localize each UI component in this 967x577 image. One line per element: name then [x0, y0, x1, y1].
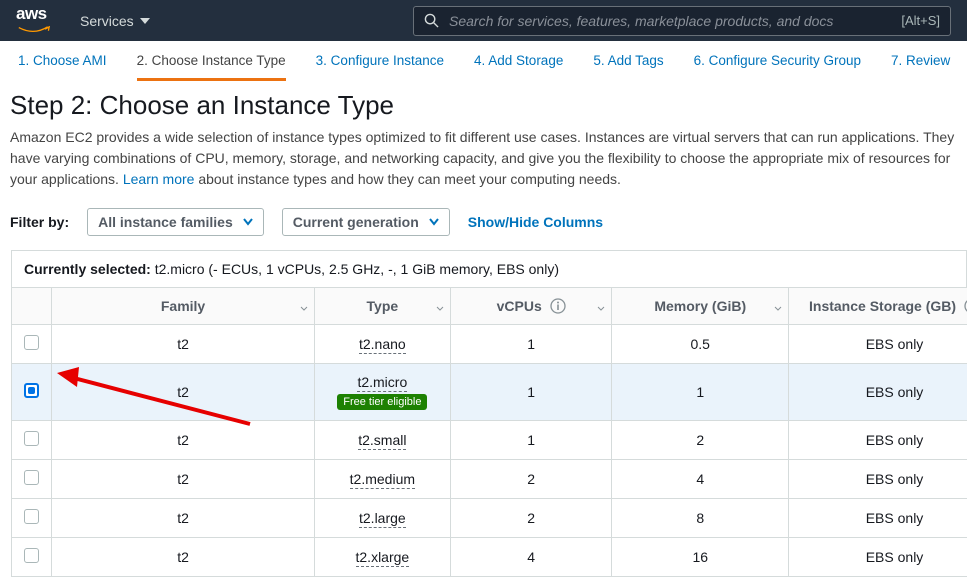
wizard-step-3[interactable]: 3. Configure Instance	[316, 53, 444, 81]
wizard-steps: 1. Choose AMI 2. Choose Instance Type 3. C…	[0, 41, 967, 82]
cell-storage: EBS only	[789, 460, 967, 499]
wizard-step-2[interactable]: 2. Choose Instance Type	[137, 53, 286, 81]
show-hide-columns-link[interactable]: Show/Hide Columns	[468, 214, 603, 230]
current-selection-bar: Currently selected: t2.micro (- ECUs, 1 …	[11, 250, 967, 287]
wizard-step-1[interactable]: 1. Choose AMI	[18, 53, 107, 81]
row-checkbox[interactable]	[24, 548, 39, 563]
global-search[interactable]: [Alt+S]	[413, 6, 951, 36]
table-row[interactable]: t2t2.microFree tier eligible11EBS only	[12, 364, 967, 421]
current-selection-label: Currently selected:	[24, 261, 151, 277]
col-select	[12, 288, 52, 325]
col-type[interactable]: Type	[314, 288, 450, 325]
filter-label: Filter by:	[10, 214, 69, 230]
row-checkbox[interactable]	[24, 431, 39, 446]
page-description: Amazon EC2 provides a wide selection of …	[10, 127, 967, 190]
wizard-step-7[interactable]: 7. Review	[891, 53, 950, 81]
cell-type: t2.large	[314, 499, 450, 538]
cell-type: t2.xlarge	[314, 538, 450, 577]
cell-vcpus: 2	[450, 460, 611, 499]
generation-filter-value: Current generation	[293, 214, 419, 230]
cell-family: t2	[52, 499, 314, 538]
search-shortcut: [Alt+S]	[901, 13, 940, 28]
learn-more-link[interactable]: Learn more	[123, 171, 195, 187]
page-content: Step 2: Choose an Instance Type Amazon E…	[0, 82, 967, 577]
family-filter-value: All instance families	[98, 214, 233, 230]
sort-icon[interactable]	[774, 298, 782, 314]
cell-vcpus: 1	[450, 325, 611, 364]
cell-vcpus: 4	[450, 538, 611, 577]
family-filter-dropdown[interactable]: All instance families	[87, 208, 264, 236]
aws-logo[interactable]: aws	[16, 5, 52, 36]
sort-icon[interactable]	[300, 298, 308, 314]
table-row[interactable]: t2t2.small12EBS only	[12, 421, 967, 460]
services-label: Services	[80, 13, 134, 29]
desc-text-b: about instance types and how they can me…	[198, 171, 621, 187]
col-storage[interactable]: Instance Storage (GB)	[789, 288, 967, 325]
table-row[interactable]: t2t2.xlarge416EBS only	[12, 538, 967, 577]
cell-type: t2.medium	[314, 460, 450, 499]
cell-storage: EBS only	[789, 499, 967, 538]
search-input[interactable]	[449, 13, 891, 29]
sort-icon[interactable]	[597, 298, 605, 314]
row-checkbox[interactable]	[24, 509, 39, 524]
generation-filter-dropdown[interactable]: Current generation	[282, 208, 450, 236]
search-icon	[424, 13, 439, 28]
row-checkbox[interactable]	[24, 383, 39, 398]
chevron-down-icon	[243, 217, 253, 227]
cell-family: t2	[52, 364, 314, 421]
table-row[interactable]: t2t2.nano10.5EBS only	[12, 325, 967, 364]
cell-vcpus: 2	[450, 499, 611, 538]
col-vcpus[interactable]: vCPUs	[450, 288, 611, 325]
row-checkbox[interactable]	[24, 335, 39, 350]
wizard-step-6[interactable]: 6. Configure Security Group	[694, 53, 861, 81]
services-menu[interactable]: Services	[80, 13, 150, 29]
caret-down-icon	[140, 16, 150, 26]
col-family[interactable]: Family	[52, 288, 314, 325]
cell-family: t2	[52, 421, 314, 460]
cell-family: t2	[52, 538, 314, 577]
cell-type: t2.microFree tier eligible	[314, 364, 450, 421]
cell-memory: 0.5	[612, 325, 789, 364]
cell-memory: 2	[612, 421, 789, 460]
cell-memory: 4	[612, 460, 789, 499]
table-row[interactable]: t2t2.large28EBS only	[12, 499, 967, 538]
info-icon[interactable]	[550, 298, 566, 314]
wizard-step-4[interactable]: 4. Add Storage	[474, 53, 563, 81]
cell-memory: 1	[612, 364, 789, 421]
cell-storage: EBS only	[789, 538, 967, 577]
cell-memory: 16	[612, 538, 789, 577]
cell-storage: EBS only	[789, 421, 967, 460]
instance-type-table: Family Type vCPUs Memory (GiB)	[11, 287, 967, 577]
cell-type: t2.small	[314, 421, 450, 460]
cell-family: t2	[52, 325, 314, 364]
cell-storage: EBS only	[789, 364, 967, 421]
cell-vcpus: 1	[450, 364, 611, 421]
free-tier-badge: Free tier eligible	[337, 394, 427, 410]
wizard-step-5[interactable]: 5. Add Tags	[593, 53, 663, 81]
cell-type: t2.nano	[314, 325, 450, 364]
aws-smile-icon	[16, 26, 52, 34]
col-memory[interactable]: Memory (GiB)	[612, 288, 789, 325]
page-title: Step 2: Choose an Instance Type	[10, 90, 967, 121]
table-row[interactable]: t2t2.medium24EBS only	[12, 460, 967, 499]
chevron-down-icon	[429, 217, 439, 227]
cell-memory: 8	[612, 499, 789, 538]
current-selection-value: t2.micro (- ECUs, 1 vCPUs, 2.5 GHz, -, 1…	[155, 261, 559, 277]
filter-row: Filter by: All instance families Current…	[10, 190, 967, 250]
row-checkbox[interactable]	[24, 470, 39, 485]
cell-family: t2	[52, 460, 314, 499]
aws-header: aws Services [Alt+S]	[0, 0, 967, 41]
cell-vcpus: 1	[450, 421, 611, 460]
sort-icon[interactable]	[436, 298, 444, 314]
cell-storage: EBS only	[789, 325, 967, 364]
